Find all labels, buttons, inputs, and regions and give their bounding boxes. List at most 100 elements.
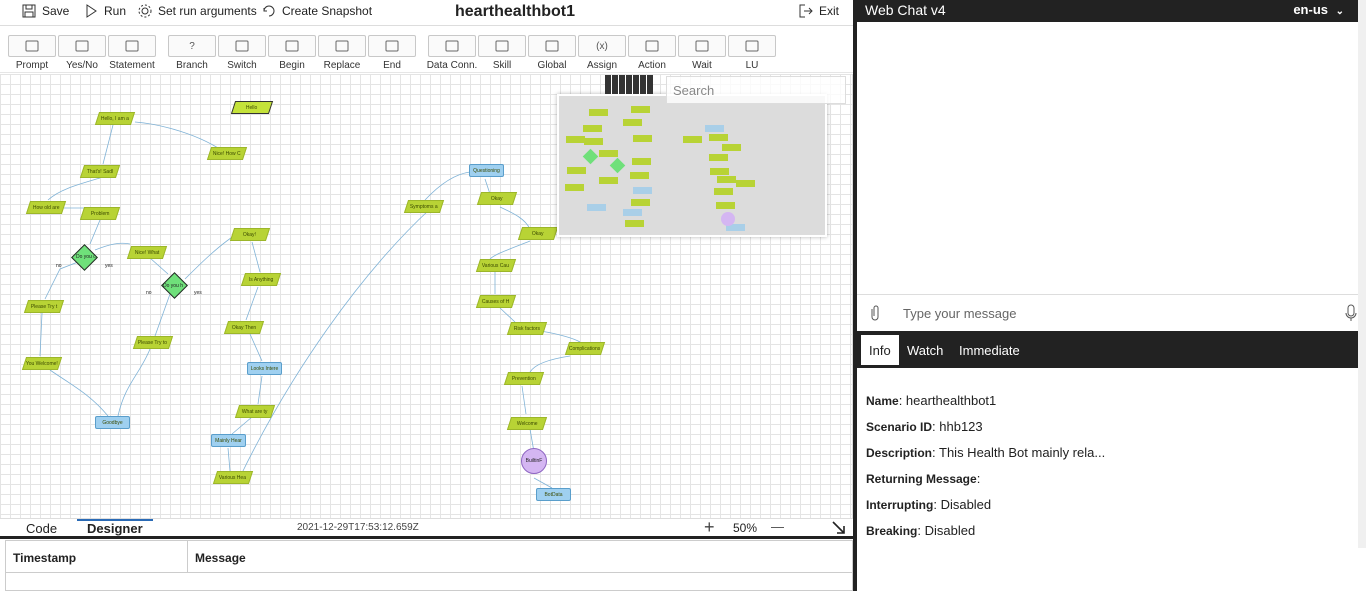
end-node[interactable]: BuiltinF bbox=[521, 448, 547, 474]
tool-label: LU bbox=[745, 60, 759, 71]
microphone-icon[interactable] bbox=[1345, 304, 1357, 322]
flow-node[interactable]: Symptoms a bbox=[403, 200, 445, 213]
tool-prompt[interactable]: Prompt bbox=[8, 35, 56, 71]
flow-node[interactable]: Causes of H bbox=[475, 295, 517, 308]
flow-node[interactable]: Complications bbox=[564, 342, 606, 355]
tool-label: Begin bbox=[279, 60, 305, 71]
flow-node[interactable]: Prevention bbox=[503, 372, 545, 385]
flow-canvas[interactable]: Hello Hello, I am a Nice! How C That's! … bbox=[0, 74, 853, 518]
minimap-toggle-icon[interactable] bbox=[605, 75, 653, 94]
assign-icon: (x) bbox=[578, 35, 626, 57]
run-button[interactable]: Run bbox=[84, 4, 126, 18]
flow-node[interactable]: Various Hea bbox=[212, 471, 254, 484]
flow-node[interactable]: Please Try t bbox=[23, 300, 65, 313]
zoom-out-button[interactable]: — bbox=[771, 519, 784, 534]
tab-watch[interactable]: Watch bbox=[899, 335, 951, 365]
info-interrupting: Interrupting: Disabled bbox=[866, 497, 992, 512]
attachment-icon[interactable] bbox=[869, 304, 881, 322]
tool-assign[interactable]: (x) Assign bbox=[578, 35, 626, 71]
tool-label: Assign bbox=[586, 60, 617, 71]
tool-label: Replace bbox=[323, 60, 361, 71]
flow-node[interactable]: Questioning bbox=[469, 164, 504, 177]
flow-node[interactable]: Is Anything bbox=[240, 273, 282, 286]
webchat-header: Web Chat v4 en-us ⌄ bbox=[857, 0, 1358, 22]
flow-node[interactable]: Okay bbox=[517, 227, 559, 240]
tool-lu[interactable]: LU bbox=[728, 35, 776, 71]
flow-node-start[interactable]: Hello bbox=[230, 101, 274, 114]
panel-divider[interactable] bbox=[0, 536, 853, 539]
tool-global[interactable]: Global bbox=[528, 35, 576, 71]
flow-node[interactable]: BotData bbox=[536, 488, 571, 501]
tool-end[interactable]: End bbox=[368, 35, 416, 71]
save-label: Save bbox=[42, 4, 70, 18]
tool-switch[interactable]: Switch bbox=[218, 35, 266, 71]
replace-icon bbox=[318, 35, 366, 57]
tool-label: Prompt bbox=[15, 60, 49, 71]
flow-node[interactable]: What are ty bbox=[234, 405, 276, 418]
tool-yes-no[interactable]: Yes/No bbox=[58, 35, 106, 71]
tab-immediate[interactable]: Immediate bbox=[951, 335, 1028, 365]
branch-label-no: no bbox=[146, 290, 152, 296]
set-run-arguments-button[interactable]: Set run arguments bbox=[138, 4, 257, 18]
col-message: Message bbox=[195, 551, 246, 565]
exit-icon bbox=[799, 4, 813, 18]
webchat-panel: Web Chat v4 en-us ⌄ Type your message In… bbox=[857, 0, 1366, 591]
tab-code[interactable]: Code bbox=[26, 521, 57, 536]
resize-arrow-icon[interactable] bbox=[832, 521, 846, 535]
save-button[interactable]: Save bbox=[22, 4, 69, 18]
flow-node[interactable]: Risk factors bbox=[506, 322, 548, 335]
language-select[interactable]: en-us ⌄ bbox=[1293, 2, 1344, 17]
tool-label: Statement bbox=[109, 60, 155, 71]
switch-icon bbox=[218, 35, 266, 57]
webchat-title: Web Chat v4 bbox=[865, 2, 946, 18]
branch-label-yes: yes bbox=[105, 263, 113, 269]
chat-message-input[interactable]: Type your message bbox=[903, 306, 1016, 321]
zoom-in-button[interactable]: + bbox=[704, 517, 715, 538]
flow-node[interactable]: Please Try to bbox=[132, 336, 174, 349]
gear-icon bbox=[138, 4, 152, 18]
tool-begin[interactable]: Begin bbox=[268, 35, 316, 71]
exit-button[interactable]: Exit bbox=[799, 4, 839, 18]
flow-node[interactable]: Nice! How C bbox=[206, 147, 248, 160]
canvas-search-input[interactable]: Search bbox=[666, 76, 846, 104]
action-icon bbox=[628, 35, 676, 57]
tool-action[interactable]: Action bbox=[628, 35, 676, 71]
flow-node[interactable]: Hello, I am a bbox=[94, 112, 136, 125]
flow-node[interactable]: You Welcome! bbox=[21, 357, 63, 370]
flow-node[interactable]: Mainly Hear bbox=[211, 434, 246, 447]
flow-node[interactable]: Okay Then bbox=[223, 321, 265, 334]
end-icon bbox=[368, 35, 416, 57]
tool-statement[interactable]: Statement bbox=[108, 35, 156, 71]
minimap[interactable] bbox=[557, 94, 827, 237]
flow-node[interactable]: Okay bbox=[476, 192, 518, 205]
tool-data-connection[interactable]: Data Conn. bbox=[427, 35, 477, 71]
flow-node[interactable]: How old are bbox=[25, 201, 67, 214]
begin-icon bbox=[268, 35, 316, 57]
tool-branch[interactable]: ? Branch bbox=[168, 35, 216, 71]
flow-node[interactable]: Okay! bbox=[229, 228, 271, 241]
flow-node[interactable]: Goodbye bbox=[95, 416, 130, 429]
flow-node[interactable]: Problem bbox=[79, 207, 121, 220]
branch-label-yes: yes bbox=[194, 290, 202, 296]
flow-node[interactable]: Looks Intere bbox=[247, 362, 282, 375]
exit-label: Exit bbox=[819, 4, 840, 18]
scrollbar[interactable] bbox=[1358, 0, 1366, 548]
info-panel: Name: hearthealthbot1 Scenario ID: hhb12… bbox=[866, 388, 1105, 544]
data-connection-icon bbox=[428, 35, 476, 57]
tool-skill[interactable]: Skill bbox=[478, 35, 526, 71]
tab-designer[interactable]: Designer bbox=[77, 519, 153, 536]
create-snapshot-button[interactable]: Create Snapshot bbox=[262, 4, 372, 18]
flow-node[interactable]: That's! Sadl bbox=[79, 165, 121, 178]
snapshot-icon bbox=[263, 5, 275, 17]
save-icon bbox=[22, 4, 36, 18]
flow-node[interactable]: Nice! What bbox=[126, 246, 168, 259]
tool-replace[interactable]: Replace bbox=[318, 35, 366, 71]
top-toolbar: Save Run Set run arguments Create Snapsh… bbox=[0, 0, 853, 26]
tool-label: Global bbox=[537, 60, 567, 71]
flow-node[interactable]: Various Cau bbox=[475, 259, 517, 272]
run-label: Run bbox=[104, 4, 127, 18]
flow-node[interactable]: Welcome bbox=[506, 417, 548, 430]
tab-info[interactable]: Info bbox=[861, 335, 899, 365]
play-icon bbox=[86, 4, 97, 18]
tool-wait[interactable]: Wait bbox=[678, 35, 726, 71]
